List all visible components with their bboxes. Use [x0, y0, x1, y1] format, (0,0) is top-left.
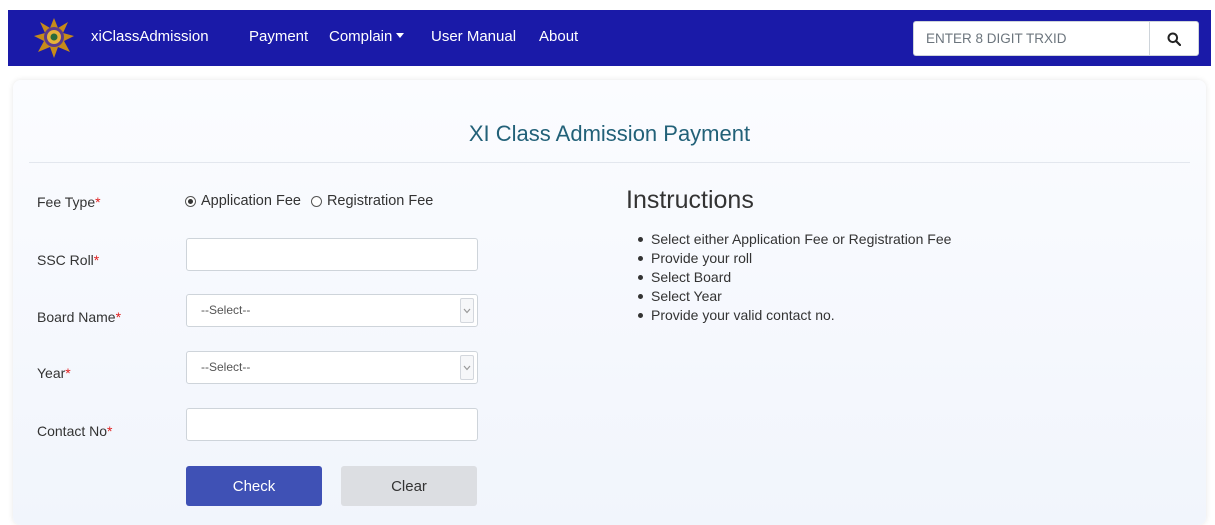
registration-fee-label: Registration Fee: [326, 193, 434, 209]
instruction-item: Select Board: [637, 268, 951, 287]
year-selected-value: --Select--: [201, 360, 251, 374]
fee-type-label: Fee Type*: [37, 194, 101, 210]
check-button[interactable]: Check: [186, 466, 322, 506]
instruction-item: Provide your roll: [637, 249, 951, 268]
instruction-item: Provide your valid contact no.: [637, 306, 951, 325]
year-label: Year*: [37, 365, 71, 381]
application-fee-label: Application Fee: [201, 193, 301, 209]
top-navbar: xiClassAdmission Payment Complain User M…: [8, 10, 1211, 66]
required-mark: *: [93, 252, 100, 268]
registration-fee-option[interactable]: Registration Fee: [310, 193, 434, 209]
contact-no-label-text: Contact No: [37, 423, 108, 439]
contact-no-label: Contact No*: [37, 423, 113, 439]
required-mark: *: [107, 423, 113, 439]
fee-type-radio-group: Application Fee Registration Fee: [185, 193, 443, 209]
instructions-list: Select either Application Fee or Registr…: [637, 230, 952, 325]
ssc-roll-input[interactable]: [186, 238, 478, 271]
search-button[interactable]: [1149, 21, 1199, 56]
board-name-selected-value: --Select--: [201, 303, 251, 317]
contact-no-input[interactable]: [186, 408, 478, 441]
nav-complain-dropdown[interactable]: Complain: [329, 28, 405, 45]
board-name-label: Board Name*: [37, 309, 121, 325]
page-title: XI Class Admission Payment: [468, 121, 751, 146]
payment-card: XI Class Admission Payment Fee Type* App…: [13, 80, 1206, 525]
application-fee-option[interactable]: Application Fee: [185, 193, 301, 209]
title-divider: [29, 162, 1190, 163]
caret-down-icon: [396, 33, 405, 38]
registration-fee-radio[interactable]: [310, 195, 322, 207]
year-label-text: Year: [37, 365, 66, 381]
instruction-item: Select Year: [637, 287, 951, 306]
required-mark: *: [95, 194, 101, 210]
year-select[interactable]: --Select--: [186, 351, 478, 384]
nav-user-manual[interactable]: User Manual: [431, 28, 516, 45]
board-name-label-text: Board Name: [37, 309, 116, 325]
ssc-roll-label: SSC Roll*: [37, 252, 99, 268]
required-mark: *: [65, 365, 71, 381]
brand-logo-icon[interactable]: [32, 16, 76, 60]
brand-link[interactable]: xiClassAdmission: [91, 28, 209, 45]
board-name-select[interactable]: --Select--: [186, 294, 478, 327]
select-arrow-icon: [460, 355, 474, 380]
fee-type-label-text: Fee Type: [37, 194, 96, 210]
select-arrow-icon: [460, 298, 474, 323]
ssc-roll-label-text: SSC Roll: [37, 252, 94, 268]
nav-complain-label: Complain: [329, 28, 393, 45]
search-icon: [1167, 32, 1181, 46]
nav-payment[interactable]: Payment: [249, 28, 308, 45]
trxid-search-input[interactable]: [913, 21, 1149, 56]
application-fee-radio[interactable]: [185, 195, 196, 207]
required-mark: *: [115, 309, 122, 325]
instructions-title: Instructions: [626, 186, 754, 214]
nav-about[interactable]: About: [539, 28, 578, 45]
trxid-search-group: [913, 21, 1199, 56]
instruction-item: Select either Application Fee or Registr…: [637, 231, 952, 247]
clear-button[interactable]: Clear: [341, 466, 477, 506]
